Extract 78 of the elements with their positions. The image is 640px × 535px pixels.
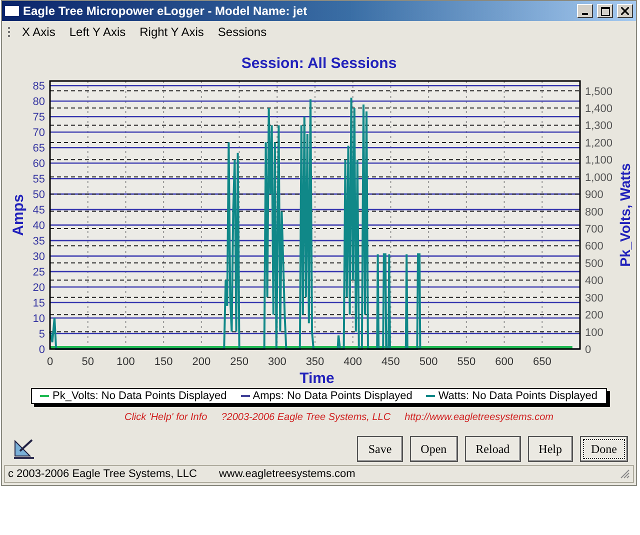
axis-tick-label: 0 — [38, 344, 45, 356]
chart-title: Session: All Sessions — [241, 55, 397, 72]
axis-tick-label: 1,300 — [585, 120, 613, 132]
maximize-icon — [600, 6, 610, 16]
axis-tick-label: 1,400 — [585, 103, 613, 116]
legend-label: Watts: No Data Points Displayed — [438, 390, 598, 402]
axis-tick-label: 20 — [32, 282, 45, 294]
axis-tick-label: 0 — [585, 344, 592, 356]
axis-tick-label: 65 — [32, 142, 45, 155]
legend-label: Amps: No Data Points Displayed — [252, 390, 412, 402]
axis-tick-label: 1,500 — [585, 86, 613, 98]
axis-tick-label: 100 — [585, 326, 604, 339]
axis-tick-label: 80 — [32, 96, 45, 108]
axis-tick-label: 650 — [532, 356, 552, 368]
resize-grip-icon[interactable] — [620, 469, 630, 479]
dialog-button[interactable]: Reload — [464, 436, 521, 462]
axis-tick-label: 300 — [585, 292, 604, 304]
menu-item[interactable]: Left Y Axis — [67, 24, 128, 40]
axis-tick-label: 10 — [32, 313, 45, 326]
dialog-button[interactable]: Open — [410, 436, 458, 462]
axis-tick-label: 550 — [457, 356, 476, 368]
axis-tick-label: 5 — [38, 328, 45, 340]
status-text: c 2003-2006 Eagle Tree Systems, LLC — [8, 468, 197, 480]
menu-item[interactable]: X Axis — [20, 24, 58, 40]
axis-title: Time — [300, 370, 334, 387]
dialog-button[interactable]: Help — [528, 436, 573, 462]
axis-tick-label: 700 — [585, 224, 604, 236]
axis-tick-label: 60 — [32, 158, 45, 170]
status-text: www.eagletreesystems.com — [218, 468, 356, 480]
axis-tick-label: 300 — [268, 356, 286, 368]
axis-tick-label: 200 — [585, 310, 604, 322]
credit-text: http://www.eagletreesystems.com — [404, 412, 554, 423]
axis-tick-label: 150 — [154, 356, 173, 368]
close-icon — [621, 7, 629, 15]
axis-tick-label: 400 — [585, 275, 604, 288]
minimize-button[interactable] — [577, 4, 593, 18]
axis-tick-label: 200 — [192, 356, 211, 368]
axis-tick-label: 500 — [419, 356, 438, 368]
axis-tick-label: 35 — [32, 236, 45, 248]
legend-label: Pk_Volts: No Data Points Displayed — [52, 390, 227, 402]
axis-tick-label: 50 — [82, 356, 94, 368]
axis-tick-label: 900 — [585, 189, 604, 202]
axis-tick-label: 350 — [306, 356, 324, 368]
close-button[interactable] — [617, 4, 633, 18]
axis-tick-label: 800 — [585, 206, 604, 218]
axis-tick-label: 85 — [32, 80, 45, 93]
dialog-button[interactable]: Save — [357, 436, 403, 462]
menu-item[interactable]: Right Y Axis — [138, 24, 206, 40]
axis-tick-label: 15 — [32, 298, 45, 310]
chart-tool-icon[interactable] — [12, 437, 36, 461]
axis-tick-label: 100 — [116, 356, 135, 368]
axis-tick-label: 600 — [495, 356, 514, 368]
axis-tick-label: 0 — [46, 356, 54, 368]
axis-tick-label: 45 — [32, 204, 45, 217]
maximize-button[interactable] — [597, 4, 613, 18]
window-title: Eagle Tree Micropower eLogger - Model Name: jet — [23, 4, 308, 18]
axis-tick-label: 1,000 — [585, 172, 613, 184]
menu-item[interactable]: Sessions — [216, 24, 269, 40]
credit-text: ?2003-2006 Eagle Tree Systems, LLC — [221, 412, 391, 423]
axis-tick-label: 70 — [32, 127, 45, 140]
dialog-button[interactable]: Done — [580, 436, 628, 462]
axis-tick-label: 25 — [32, 266, 45, 279]
credit-text: Click 'Help' for Info — [124, 412, 208, 423]
axis-tick-label: 50 — [32, 189, 45, 202]
axis-tick-label: 500 — [585, 258, 604, 270]
axis-tick-label: 1,100 — [585, 154, 613, 167]
axis-tick-label: 1,200 — [585, 137, 613, 150]
app-icon — [5, 6, 19, 16]
axis-tick-label: 250 — [230, 356, 248, 368]
axis-tick-label: 600 — [585, 240, 604, 253]
axis-title: Amps — [10, 194, 27, 236]
axis-title: Pk_Volts, Watts — [617, 163, 633, 267]
axis-tick-label: 450 — [382, 356, 400, 368]
axis-tick-label: 55 — [32, 174, 45, 186]
axis-tick-label: 40 — [32, 220, 45, 232]
axis-tick-label: 75 — [32, 112, 45, 124]
axis-tick-label: 30 — [32, 251, 45, 264]
axis-tick-label: 400 — [344, 356, 362, 368]
